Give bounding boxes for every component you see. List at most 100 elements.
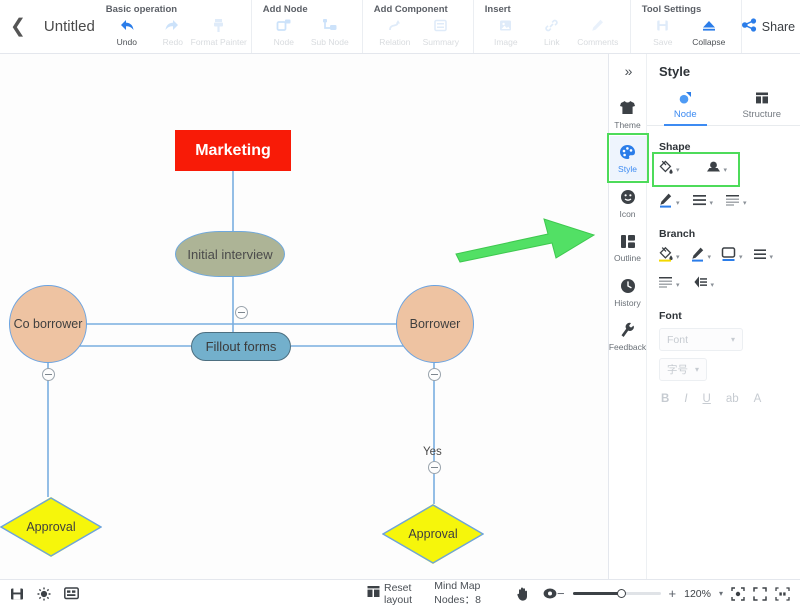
- collapse-toggle-borrower[interactable]: [428, 368, 441, 381]
- branch-fill-bucket-icon: [657, 246, 674, 267]
- share-button[interactable]: Share: [741, 18, 795, 35]
- collapse-toggle-co-borrower[interactable]: [42, 368, 55, 381]
- zoom-in-button[interactable]: +: [669, 587, 677, 600]
- reset-layout-icon: [367, 585, 380, 603]
- relation-button[interactable]: Relation: [372, 16, 418, 47]
- add-node-button[interactable]: Node: [261, 16, 307, 47]
- toolbar-group-title: Insert: [484, 4, 511, 15]
- chevron-down-icon: ▾: [676, 166, 680, 174]
- collapse-toggle-fillout-forms[interactable]: [235, 306, 248, 319]
- shape-picker-button[interactable]: ▾: [705, 159, 727, 180]
- insert-link-button[interactable]: Link: [529, 16, 575, 47]
- edge-label-yes[interactable]: Yes: [423, 446, 442, 458]
- node-approval-right[interactable]: Approval: [382, 504, 484, 564]
- branch-box-button[interactable]: ▾: [720, 246, 743, 267]
- line-style-button[interactable]: ▾: [691, 192, 713, 213]
- slider-fill: [572, 592, 621, 595]
- save-button[interactable]: Save: [640, 16, 686, 47]
- collapse-toggle-yes-branch[interactable]: [428, 461, 441, 474]
- rail-item-icon[interactable]: Icon: [610, 180, 646, 225]
- toolbar-group-title: Basic operation: [105, 4, 178, 15]
- undo-button[interactable]: Undo: [104, 16, 150, 47]
- text-color-button[interactable]: A: [754, 393, 762, 405]
- insert-image-button[interactable]: Image: [483, 16, 529, 47]
- fit-screen-icon[interactable]: [753, 586, 767, 601]
- line-style-icon: [691, 192, 708, 213]
- center-focus-icon[interactable]: [731, 586, 745, 601]
- rail-item-history[interactable]: History: [610, 269, 646, 314]
- eye-tool-icon[interactable]: [543, 587, 557, 600]
- rail-item-theme[interactable]: Theme: [610, 91, 646, 136]
- font-size-select[interactable]: 字号 ▾: [659, 358, 707, 381]
- toolbar-item-label: Node: [273, 37, 294, 47]
- hand-tool-icon[interactable]: [516, 587, 529, 601]
- branch-arrow-button[interactable]: ▾: [692, 274, 714, 295]
- branch-box-icon: [720, 246, 737, 267]
- tab-label: Node: [673, 109, 697, 120]
- font-section-title: Font: [659, 310, 682, 322]
- strikethrough-button[interactable]: ab: [726, 393, 739, 405]
- toolbar-item-label: Relation: [379, 37, 411, 47]
- add-subnode-button[interactable]: Sub Node: [307, 16, 353, 47]
- rail-item-feedback[interactable]: Feedback: [609, 314, 646, 359]
- chevron-down-icon: ▾: [707, 253, 712, 261]
- node-co-borrower[interactable]: Co borrower: [9, 285, 87, 363]
- comments-button[interactable]: Comments: [575, 16, 621, 47]
- italic-button[interactable]: I: [684, 393, 687, 405]
- branch-controls-row-1: ▾ ▾ ▾ ▾: [647, 246, 800, 267]
- document-title[interactable]: Untitled: [44, 18, 95, 35]
- expand-nodes-icon[interactable]: [775, 586, 790, 601]
- node-marketing[interactable]: Marketing: [175, 130, 291, 171]
- wrench-icon: [620, 321, 635, 340]
- font-family-select[interactable]: Font ▾: [659, 328, 743, 351]
- image-icon: [498, 16, 513, 35]
- collapse-button[interactable]: Collapse: [686, 16, 732, 47]
- fullscreen-card-icon[interactable]: [64, 587, 79, 600]
- border-pen-button[interactable]: ▾: [657, 192, 680, 213]
- shape-controls-row-2: ▾ ▾ ▾: [647, 192, 800, 213]
- dashed-line-button[interactable]: ▾: [724, 192, 747, 213]
- branch-pen-button[interactable]: ▾: [689, 246, 712, 267]
- slider-knob[interactable]: [616, 589, 626, 598]
- redo-button[interactable]: Redo: [150, 16, 196, 47]
- tab-structure[interactable]: Structure: [724, 89, 800, 125]
- mindmap-canvas[interactable]: Marketing Initial interview Fillout form…: [0, 54, 608, 579]
- right-side-panel: » Theme Style Icon Outline History Feedb…: [606, 54, 800, 579]
- palette-icon: [619, 143, 636, 162]
- chevron-double-right-icon[interactable]: »: [625, 59, 633, 91]
- node-initial-interview[interactable]: Initial interview: [175, 231, 285, 277]
- zoom-slider[interactable]: [572, 588, 661, 600]
- rail-item-outline[interactable]: Outline: [610, 225, 646, 270]
- rail-item-style[interactable]: Style: [606, 132, 649, 183]
- shape-section-title: Shape: [659, 141, 691, 153]
- bold-button[interactable]: B: [661, 393, 669, 405]
- brightness-icon[interactable]: [37, 587, 51, 601]
- dashed-line-icon: [724, 192, 741, 213]
- node-label: Marketing: [195, 141, 271, 159]
- zoom-dropdown-caret-icon[interactable]: ▾: [719, 589, 723, 598]
- rail-item-label: Icon: [619, 208, 636, 219]
- branch-dashed-button[interactable]: ▾: [657, 274, 680, 295]
- zoom-out-button[interactable]: −: [557, 587, 565, 600]
- branch-line-button[interactable]: ▾: [752, 246, 774, 267]
- top-toolbar: ❮ Untitled Basic operation Undo Redo For…: [0, 0, 800, 54]
- node-borrower[interactable]: Borrower: [396, 285, 474, 363]
- shape-picker-icon: [705, 159, 722, 180]
- branch-fill-bucket-button[interactable]: ▾: [657, 246, 680, 267]
- chevron-down-icon: ▾: [769, 253, 774, 261]
- toolbar-group-title: Add Node: [262, 4, 308, 15]
- fill-bucket-button[interactable]: ▾: [657, 159, 680, 180]
- summary-button[interactable]: Summary: [418, 16, 464, 47]
- node-approval-left[interactable]: Approval: [0, 497, 102, 557]
- format-painter-button[interactable]: Format Painter: [191, 16, 247, 47]
- node-shape-icon: [678, 89, 693, 106]
- status-center-group: Reset layout Mind Map Nodes：8: [367, 580, 557, 607]
- tab-node[interactable]: Node: [647, 89, 724, 126]
- chevron-down-icon: ▾: [676, 281, 680, 289]
- toolbar-group-add-component: Add Component Relation Summary: [363, 0, 474, 53]
- reset-layout-button[interactable]: Reset layout: [367, 582, 420, 606]
- underline-button[interactable]: U: [703, 393, 711, 405]
- save-state-icon[interactable]: [10, 587, 24, 601]
- chevron-left-icon[interactable]: ❮: [10, 17, 26, 36]
- node-fillout-forms[interactable]: Fillout forms: [191, 332, 291, 361]
